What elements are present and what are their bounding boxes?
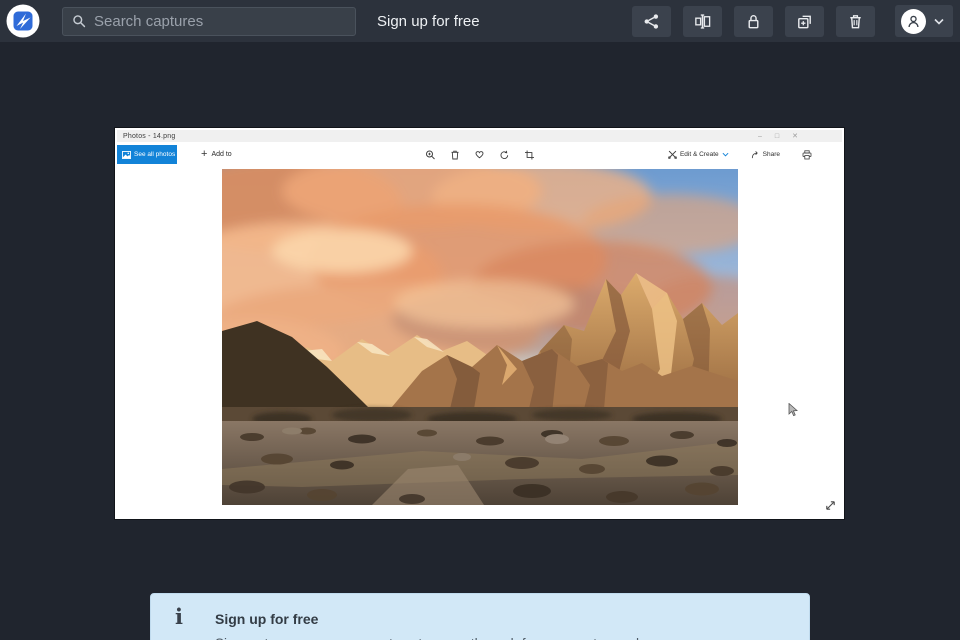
plus-icon: +: [201, 148, 208, 160]
edit-create-button[interactable]: Edit & Create: [668, 150, 729, 159]
see-all-photos-button[interactable]: See all photos: [117, 145, 177, 164]
zoom-icon: [425, 150, 435, 159]
search-icon: [73, 15, 86, 28]
edit-create-icon: [668, 150, 677, 159]
heart-icon: [475, 151, 483, 159]
delete-photo-button[interactable]: [450, 150, 459, 160]
share-button[interactable]: [632, 5, 671, 37]
photos-share-button[interactable]: Share: [751, 150, 780, 159]
signup-panel-description: Sign up to access your recent captures o…: [215, 636, 670, 640]
photos-window-controls: – □ ✕: [758, 130, 798, 142]
person-icon: [908, 15, 919, 27]
photos-center-tools: [425, 145, 534, 164]
print-button[interactable]: [802, 149, 812, 160]
photo-canvas: [117, 169, 842, 517]
capture-preview-card: Photos - 14.png – □ ✕ See all photos + A…: [115, 128, 844, 519]
zoom-button[interactable]: [425, 150, 435, 160]
photos-window-titlebar: Photos - 14.png – □ ✕: [117, 130, 842, 142]
account-menu-button[interactable]: [895, 5, 953, 37]
rename-button[interactable]: [683, 5, 722, 37]
trash-icon: [850, 14, 861, 28]
photos-window-title: Photos - 14.png: [123, 132, 176, 140]
header-signup-link[interactable]: Sign up for free: [377, 13, 480, 30]
signup-panel: i Sign up for free Sign up to access you…: [150, 593, 810, 640]
photos-icon: [122, 150, 131, 159]
duplicate-icon: [798, 15, 811, 28]
maximize-icon[interactable]: □: [775, 133, 779, 140]
add-to-label: Add to: [211, 151, 232, 158]
crop-icon: [524, 150, 534, 159]
see-all-photos-label: See all photos: [134, 151, 176, 158]
app-header: Sign up for free: [0, 0, 960, 42]
edit-create-label: Edit & Create: [679, 151, 719, 158]
chevron-down-icon: [722, 152, 729, 157]
minimize-icon[interactable]: –: [758, 133, 762, 140]
captured-photo: [222, 169, 738, 505]
lock-button[interactable]: [734, 5, 773, 37]
lock-icon: [748, 14, 759, 28]
signup-panel-title: Sign up for free: [215, 611, 319, 627]
chevron-down-icon: [934, 12, 944, 30]
search-input[interactable]: [94, 12, 347, 30]
main-area: Photos - 14.png – □ ✕ See all photos + A…: [0, 42, 960, 640]
info-icon: i: [175, 604, 183, 629]
photos-right-tools: Edit & Create Share: [668, 145, 812, 164]
avatar: [901, 8, 926, 34]
share-icon: [644, 13, 659, 29]
rotate-icon: [499, 150, 508, 159]
mouse-cursor-icon: [788, 402, 798, 422]
rotate-button[interactable]: [499, 150, 509, 160]
delete-button[interactable]: [836, 5, 875, 37]
search-box[interactable]: [62, 6, 356, 36]
add-to-button[interactable]: + Add to: [201, 145, 232, 164]
rename-icon: [695, 13, 711, 29]
trash-icon: [451, 150, 458, 159]
header-action-buttons: [632, 5, 875, 37]
crop-button[interactable]: [524, 150, 534, 160]
photos-toolbar: See all photos + Add to Edit & Create Sh…: [117, 142, 842, 169]
share-arrow-icon: [751, 151, 758, 159]
print-icon: [802, 149, 812, 159]
close-icon[interactable]: ✕: [792, 133, 798, 140]
favorite-button[interactable]: [474, 150, 484, 159]
app-logo-icon[interactable]: [6, 4, 40, 38]
duplicate-button[interactable]: [785, 5, 824, 37]
expand-icon[interactable]: [824, 499, 837, 517]
photos-share-label: Share: [762, 151, 780, 158]
